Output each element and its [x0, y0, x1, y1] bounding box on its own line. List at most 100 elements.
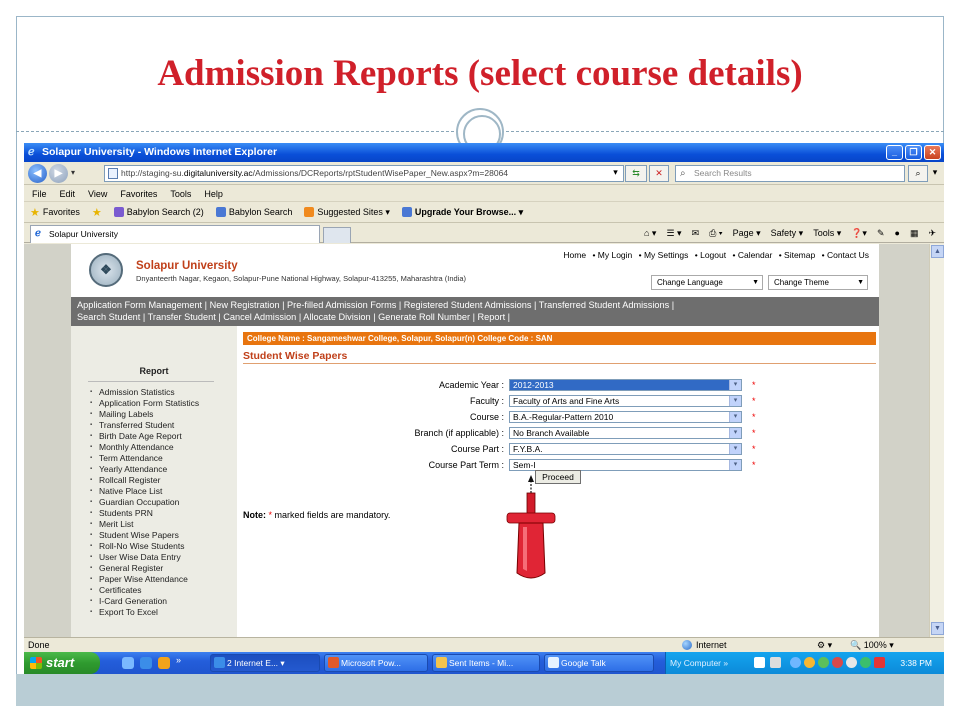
favorites-button[interactable]: ★ Favorites [30, 206, 80, 219]
safety-menu[interactable]: Safety ▾ [771, 225, 804, 241]
favorite-suggested-sites[interactable]: Suggested Sites ▾ [304, 207, 390, 218]
favorite-babylon-search[interactable]: Babylon Search [215, 207, 292, 217]
quicklaunch-media-icon[interactable] [158, 657, 170, 669]
report-item-yearly-attendance[interactable]: Yearly Attendance [89, 464, 229, 475]
menu-view[interactable]: View [88, 186, 107, 201]
address-bar[interactable]: http://staging-su.digitaluniversity.ac/A… [104, 165, 624, 182]
report-item-paper-wise-attendance[interactable]: Paper Wise Attendance [89, 574, 229, 585]
toolbar-extra-icon[interactable]: ▦ [910, 225, 919, 241]
report-item-students-prn[interactable]: Students PRN [89, 508, 229, 519]
vertical-scrollbar[interactable]: ▲ ▼ [929, 244, 944, 637]
zoom-level[interactable]: 🔍 100% ▾ [850, 638, 894, 652]
report-item-transferred-student[interactable]: Transferred Student [89, 420, 229, 431]
toolbar-extra-icon[interactable]: ✈ [928, 225, 936, 241]
link-home[interactable]: Home [563, 250, 586, 260]
tools-menu[interactable]: Tools ▾ [813, 225, 841, 241]
report-item-export-to-excel[interactable]: Export To Excel [89, 607, 229, 618]
branch-select[interactable]: No Branch Available ▾ [509, 427, 742, 439]
start-button[interactable]: start [24, 652, 100, 674]
back-button[interactable]: ◀ [28, 164, 47, 183]
report-item-native-place-list[interactable]: Native Place List [89, 486, 229, 497]
refresh-icon[interactable]: ⇆ [625, 165, 647, 182]
quicklaunch-ie-icon[interactable] [140, 657, 152, 669]
help-tray-icon[interactable] [754, 657, 765, 668]
course-part-select[interactable]: F.Y.B.A. ▾ [509, 443, 742, 455]
print-icon[interactable]: ⎙ ▾ [709, 225, 722, 241]
tray-app-icon[interactable] [790, 657, 801, 668]
report-item-term-attendance[interactable]: Term Attendance [89, 453, 229, 464]
report-item-roll-no-wise-students[interactable]: Roll-No Wise Students [89, 541, 229, 552]
link-logout[interactable]: • Logout [695, 250, 726, 260]
menu-tools[interactable]: Tools [170, 186, 191, 201]
minimize-button[interactable]: _ [886, 145, 903, 160]
feeds-icon[interactable]: ☰ ▾ [666, 225, 681, 241]
report-item-admission-statistics[interactable]: Admission Statistics [89, 387, 229, 398]
tray-app-icon[interactable] [818, 657, 829, 668]
change-theme-select[interactable]: Change Theme ▼ [768, 275, 868, 290]
report-item-monthly-attendance[interactable]: Monthly Attendance [89, 442, 229, 453]
report-item-user-wise-data-entry[interactable]: User Wise Data Entry [89, 552, 229, 563]
menu-help[interactable]: Help [204, 186, 223, 201]
history-dropdown-icon[interactable]: ▾ [71, 168, 75, 177]
addon-icon[interactable]: ● [895, 225, 900, 241]
report-item-rollcall-register[interactable]: Rollcall Register [89, 475, 229, 486]
page-menu[interactable]: Page ▾ [733, 225, 761, 241]
tray-app-icon[interactable] [874, 657, 885, 668]
quicklaunch-expand-icon[interactable]: » [176, 655, 181, 665]
tray-app-icon[interactable] [846, 657, 857, 668]
task-outlook[interactable]: Sent Items - Mi... [432, 654, 540, 672]
favorite-upgrade-browser[interactable]: Upgrade Your Browse... ▾ [401, 207, 523, 218]
new-tab-button[interactable] [323, 227, 351, 243]
report-item-guardian-occupation[interactable]: Guardian Occupation [89, 497, 229, 508]
tab-solapur-university[interactable]: ℯ Solapur University [30, 225, 320, 243]
course-select[interactable]: B.A.-Regular-Pattern 2010 ▾ [509, 411, 742, 423]
task-powerpoint[interactable]: Microsoft Pow... [324, 654, 428, 672]
maximize-button[interactable]: ❐ [905, 145, 922, 160]
help-icon[interactable]: ❓▾ [851, 225, 867, 241]
research-icon[interactable]: ✎ [877, 225, 885, 241]
stop-icon[interactable]: ✕ [649, 165, 669, 182]
link-calendar[interactable]: • Calendar [732, 250, 772, 260]
clock[interactable]: 3:38 PM [900, 652, 932, 674]
link-my-login[interactable]: • My Login [592, 250, 632, 260]
menu-favorites[interactable]: Favorites [120, 186, 157, 201]
search-input[interactable]: ⌕ Search Results [675, 165, 905, 182]
link-my-settings[interactable]: • My Settings [639, 250, 689, 260]
nav-line-2[interactable]: Search Student | Transfer Student | Canc… [77, 311, 873, 323]
close-window-button[interactable]: ✕ [924, 145, 941, 160]
link-contact-us[interactable]: • Contact Us [822, 250, 869, 260]
report-item-mailing-labels[interactable]: Mailing Labels [89, 409, 229, 420]
task-google-talk[interactable]: Google Talk [544, 654, 654, 672]
tray-app-icon[interactable] [832, 657, 843, 668]
scroll-up-icon[interactable]: ▲ [931, 245, 944, 258]
tray-app-icon[interactable] [804, 657, 815, 668]
mail-icon[interactable]: ✉ [692, 225, 700, 241]
academic-year-select[interactable]: 2012-2013 ▾ [509, 379, 742, 391]
search-options-icon[interactable]: ▾ [929, 165, 941, 182]
menu-file[interactable]: File [32, 186, 47, 201]
search-go-button[interactable]: ⌕ [908, 165, 928, 182]
report-item-i-card-generation[interactable]: I-Card Generation [89, 596, 229, 607]
faculty-select[interactable]: Faculty of Arts and Fine Arts ▾ [509, 395, 742, 407]
scroll-down-icon[interactable]: ▼ [931, 622, 944, 635]
change-language-select[interactable]: Change Language ▼ [651, 275, 763, 290]
address-dropdown-icon[interactable]: ▾ [608, 165, 623, 182]
link-sitemap[interactable]: • Sitemap [779, 250, 816, 260]
favorite-babylon-search-2[interactable]: Babylon Search (2) [113, 207, 204, 217]
tray-app-icon[interactable] [860, 657, 871, 668]
forward-button[interactable]: ▶ [49, 164, 68, 183]
report-item-certificates[interactable]: Certificates [89, 585, 229, 596]
menu-edit[interactable]: Edit [60, 186, 76, 201]
tray-app-icon[interactable] [770, 657, 781, 668]
protected-mode-icon[interactable]: ⚙ ▾ [817, 638, 832, 652]
add-favorite-button[interactable]: ★ [92, 206, 102, 219]
task-internet-explorer[interactable]: 2 Internet E... ▾ [210, 654, 320, 672]
report-item-general-register[interactable]: General Register [89, 563, 229, 574]
report-item-merit-list[interactable]: Merit List [89, 519, 229, 530]
quicklaunch-desktop-icon[interactable] [122, 657, 134, 669]
report-item-application-form-statistics[interactable]: Application Form Statistics [89, 398, 229, 409]
report-item-student-wise-papers[interactable]: Student Wise Papers [89, 530, 229, 541]
tray-toolbar-label[interactable]: My Computer » [670, 652, 728, 674]
nav-line-1[interactable]: Application Form Management | New Regist… [77, 299, 873, 311]
home-icon[interactable]: ⌂ ▾ [644, 225, 656, 241]
